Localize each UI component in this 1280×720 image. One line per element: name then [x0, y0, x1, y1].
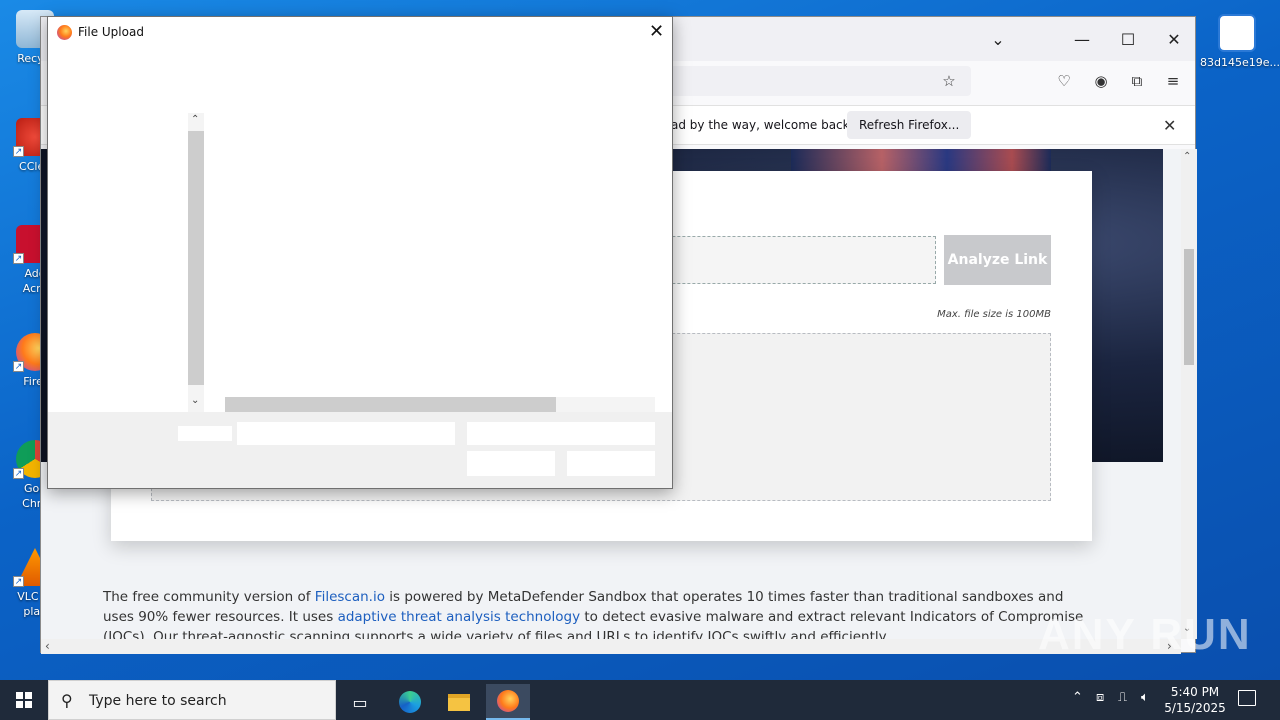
cancel-button[interactable]: [567, 451, 655, 476]
file-name-input[interactable]: [237, 422, 455, 445]
document-icon: [1218, 14, 1256, 52]
taskbar-file-explorer[interactable]: [437, 684, 481, 720]
notification-text: ad by the way, welcome back!: [671, 118, 855, 132]
start-button[interactable]: [0, 680, 48, 720]
minimize-icon: —: [1074, 29, 1090, 49]
firefox-icon: [497, 690, 519, 712]
search-icon: ⚲: [61, 691, 73, 710]
page-horizontal-scrollbar[interactable]: ‹ ›: [41, 639, 1181, 654]
maximize-icon: ☐: [1120, 29, 1136, 49]
list-all-tabs-button[interactable]: ⌄: [975, 25, 1021, 53]
anyrun-watermark: ANY RUN: [1038, 610, 1252, 659]
close-icon: ✕: [1167, 29, 1181, 49]
bookmark-star-icon[interactable]: ☆: [939, 71, 959, 91]
shortcut-arrow-icon: ↗: [13, 468, 24, 479]
dialog-vertical-scrollbar[interactable]: ⌃ ⌄: [188, 113, 204, 413]
analyze-link-button[interactable]: Analyze Link: [944, 235, 1051, 285]
hero-decoration: [791, 149, 1051, 171]
adaptive-threat-analysis-link[interactable]: adaptive threat analysis technology: [338, 609, 581, 625]
clock-date: 5/15/2025: [1164, 701, 1226, 715]
maximize-button[interactable]: ☐: [1105, 25, 1151, 53]
firefox-icon: [57, 25, 72, 40]
url-bar[interactable]: [641, 66, 971, 96]
taskbar-edge[interactable]: [388, 684, 432, 720]
desktop-icon-file[interactable]: 83d145e19e...: [1200, 14, 1280, 70]
show-hidden-icons[interactable]: ⌃: [1072, 690, 1083, 705]
taskbar-firefox[interactable]: [486, 684, 530, 720]
taskbar-clock[interactable]: 5:40 PM 5/15/2025: [1160, 684, 1230, 716]
shortcut-arrow-icon: ↗: [13, 146, 24, 157]
close-window-button[interactable]: ✕: [1151, 25, 1197, 53]
search-placeholder: Type here to search: [89, 693, 227, 709]
shortcut-arrow-icon: ↗: [13, 576, 24, 587]
extensions-icon[interactable]: ⧉: [1127, 71, 1147, 91]
dialog-horizontal-scrollbar[interactable]: [225, 397, 655, 412]
menu-icon[interactable]: ≡: [1163, 71, 1183, 91]
volume-icon[interactable]: 🔈︎: [1141, 690, 1149, 705]
task-view-icon: ▭: [352, 692, 368, 712]
dialog-footer: [48, 412, 672, 488]
scroll-left-icon[interactable]: ‹: [45, 639, 50, 653]
taskbar-search-box[interactable]: ⚲ Type here to search: [48, 680, 336, 720]
paragraph-text: The free community version of: [103, 589, 315, 605]
folder-icon: [448, 693, 470, 711]
taskbar: ⚲ Type here to search ▭ ⌃ ⧈ ⎍ 🔈︎ 5:40 PM…: [0, 680, 1280, 720]
minimize-button[interactable]: —: [1059, 25, 1105, 53]
scrollbar-thumb[interactable]: [188, 131, 204, 385]
file-name-label: [178, 426, 232, 441]
windows-logo-icon: [16, 692, 32, 708]
action-center-icon[interactable]: [1238, 690, 1256, 706]
scroll-down-icon[interactable]: ⌄: [191, 395, 199, 406]
desktop-icon-label: 83d145e19e...: [1200, 56, 1280, 69]
network-icon[interactable]: ⎍: [1118, 690, 1127, 705]
close-notification-icon[interactable]: ✕: [1163, 116, 1176, 135]
scroll-up-icon[interactable]: ⌃: [1183, 151, 1191, 162]
dialog-title: File Upload: [78, 25, 144, 39]
filescan-link[interactable]: Filescan.io: [315, 589, 385, 605]
description-paragraph: The free community version of Filescan.i…: [103, 587, 1093, 639]
close-dialog-icon[interactable]: ✕: [649, 21, 664, 42]
edge-icon: [399, 691, 421, 713]
clock-time: 5:40 PM: [1170, 685, 1220, 699]
tray-app-icon[interactable]: ⧈: [1096, 690, 1104, 705]
file-upload-dialog: File Upload ✕ ⌃ ⌄: [47, 16, 673, 489]
account-icon[interactable]: ◉: [1091, 71, 1111, 91]
pocket-icon[interactable]: ♡: [1054, 71, 1074, 91]
shortcut-arrow-icon: ↗: [13, 361, 24, 372]
chevron-down-icon: ⌄: [991, 29, 1005, 49]
open-button[interactable]: [467, 451, 555, 476]
scroll-up-icon[interactable]: ⌃: [191, 114, 199, 125]
refresh-firefox-button[interactable]: Refresh Firefox...: [847, 111, 972, 139]
scrollbar-thumb[interactable]: [225, 397, 556, 412]
scrollbar-thumb[interactable]: [1184, 249, 1194, 365]
task-view-button[interactable]: ▭: [338, 684, 382, 720]
file-type-select[interactable]: [467, 422, 655, 445]
shortcut-arrow-icon: ↗: [13, 253, 24, 264]
page-vertical-scrollbar[interactable]: ⌃ ⌄: [1181, 149, 1197, 639]
max-file-size-note: Max. file size is 100MB: [937, 309, 1051, 320]
